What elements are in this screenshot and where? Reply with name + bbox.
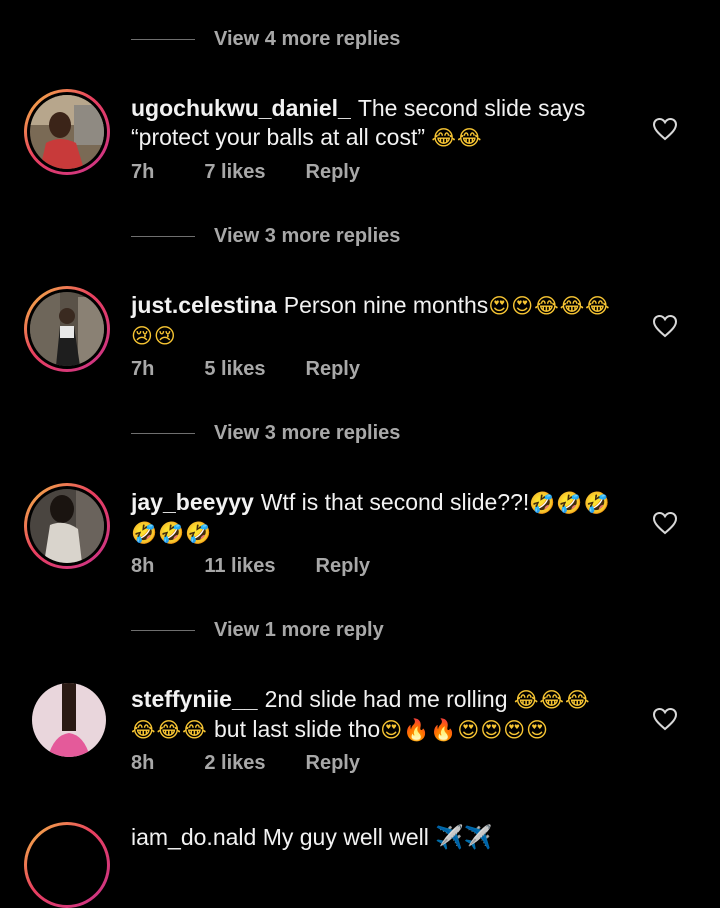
avatar: [30, 292, 104, 366]
heart-outline-icon[interactable]: [652, 511, 678, 535]
emoji-group: 😍🔥🔥😍😍😍😍: [380, 718, 549, 742]
likes-count[interactable]: 5 likes: [204, 358, 265, 381]
partial-comment: iam_do.nald My guy well well ✈️✈️: [131, 824, 493, 850]
heart-outline-icon[interactable]: [652, 707, 678, 731]
comment-meta: 8h 2 likes Reply: [131, 750, 360, 776]
emoji-group: 😂😂: [431, 126, 483, 150]
emoji-group: 😂😂😂: [513, 688, 591, 712]
heart-outline-icon[interactable]: [652, 314, 678, 338]
view-replies-label: View 3 more replies: [214, 421, 401, 444]
view-replies-label: View 4 more replies: [214, 27, 401, 50]
emoji-group: 😂😂😂: [131, 718, 208, 742]
comment-body: 2nd slide had me rolling: [264, 686, 508, 712]
avatar-story-ring[interactable]: [24, 483, 110, 569]
timestamp: 8h: [131, 554, 155, 577]
replies-divider: [131, 629, 195, 631]
comment-body-continued: but last slide tho: [214, 716, 381, 742]
view-replies-label: View 3 more replies: [214, 224, 401, 247]
view-more-replies-3[interactable]: View 1 more reply: [131, 615, 384, 645]
reply-button[interactable]: Reply: [306, 161, 360, 184]
view-replies-label: View 1 more reply: [214, 618, 384, 641]
avatar: [30, 489, 104, 563]
avatar-story-ring[interactable]: [24, 822, 110, 908]
replies-divider: [131, 235, 195, 237]
likes-count[interactable]: 7 likes: [204, 161, 265, 184]
view-more-replies-0[interactable]: View 4 more replies: [131, 24, 400, 54]
username[interactable]: just.celestina: [131, 292, 277, 318]
username[interactable]: ugochukwu_daniel_: [131, 95, 351, 121]
avatar: [30, 95, 104, 169]
comment-text: jay_beeyyy Wtf is that second slide??!🤣🤣🤣…: [131, 488, 631, 548]
avatar[interactable]: [32, 683, 106, 757]
username[interactable]: jay_beeyyy: [131, 489, 254, 515]
timestamp: 7h: [131, 160, 155, 183]
view-more-replies-1[interactable]: View 3 more replies: [131, 221, 400, 251]
heart-outline-icon[interactable]: [652, 117, 678, 141]
replies-divider: [131, 432, 195, 434]
comment-text: just.celestina Person nine months😍😍😂😂😂😢😢: [131, 291, 631, 351]
comment-text: ugochukwu_daniel_ The second slide says “…: [131, 94, 631, 153]
likes-count[interactable]: 11 likes: [204, 555, 275, 578]
comment-text: steffyniie__ 2nd slide had me rolling 😂😂😂…: [131, 685, 641, 745]
reply-button[interactable]: Reply: [306, 752, 360, 775]
reply-button[interactable]: Reply: [306, 358, 360, 381]
view-more-replies-2[interactable]: View 3 more replies: [131, 418, 400, 448]
reply-button[interactable]: Reply: [316, 555, 370, 578]
likes-count[interactable]: 2 likes: [204, 752, 265, 775]
comment-meta: 8h 11 likes Reply: [131, 553, 370, 579]
comment-meta: 7h 5 likes Reply: [131, 356, 360, 382]
comment-body: Person nine months: [283, 292, 489, 318]
timestamp: 7h: [131, 357, 155, 380]
avatar-story-ring[interactable]: [24, 286, 110, 372]
username[interactable]: steffyniie__: [131, 686, 258, 712]
comment-body: Wtf is that second slide??!: [260, 489, 530, 515]
timestamp: 8h: [131, 751, 155, 774]
replies-divider: [131, 38, 195, 40]
avatar-story-ring[interactable]: [24, 89, 110, 175]
comment-meta: 7h 7 likes Reply: [131, 159, 360, 185]
